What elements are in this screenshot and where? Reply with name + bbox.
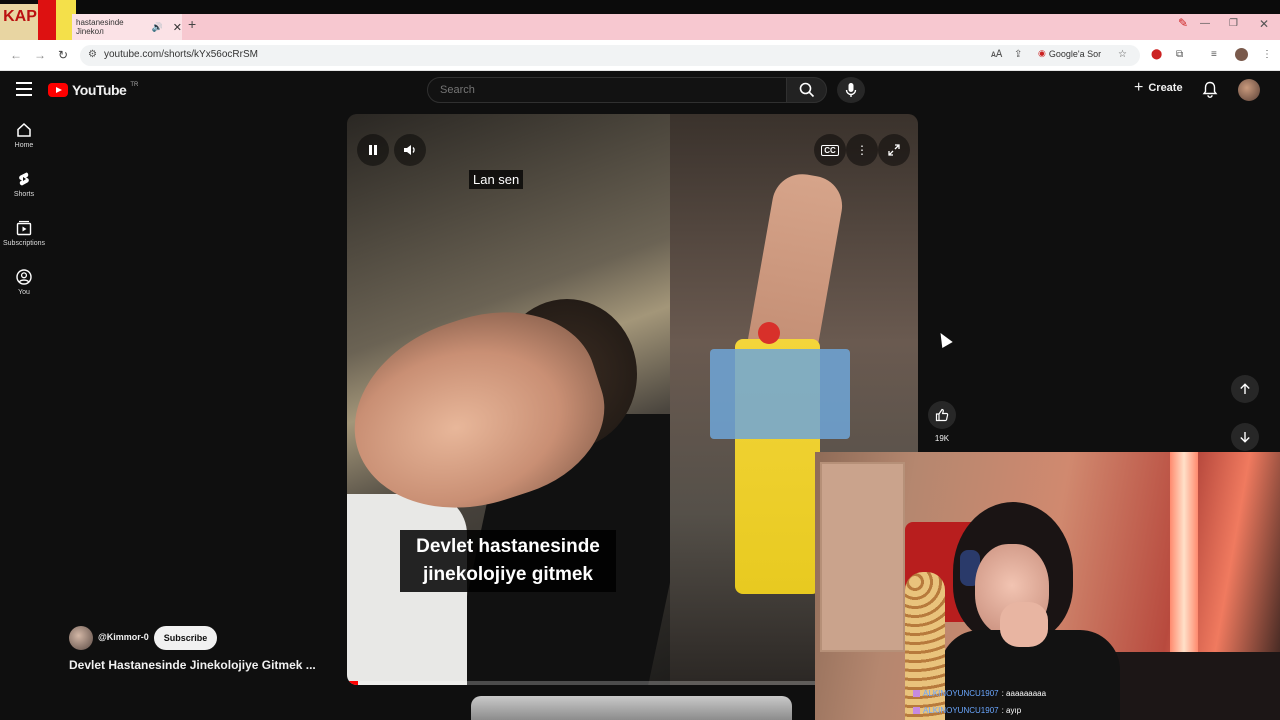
minimize-icon[interactable]: —: [1200, 18, 1210, 29]
pause-icon: [369, 145, 377, 155]
thumbs-up-icon: [935, 408, 949, 422]
you-icon: [16, 269, 32, 285]
back-icon[interactable]: ←: [10, 48, 22, 62]
streamer-hand: [1000, 602, 1048, 647]
youtube-play-icon: [48, 83, 68, 97]
kap-logo: KAP: [0, 4, 40, 42]
previous-short-button[interactable]: [1231, 375, 1259, 403]
sidebar-label-shorts: Shorts: [13, 191, 35, 198]
caption-top: Lan sen: [469, 170, 524, 189]
sidebar-item-subscriptions[interactable]: Subscriptions: [0, 220, 48, 247]
like-button[interactable]: [928, 401, 956, 429]
notifications-button[interactable]: [1202, 81, 1218, 103]
sidebar-item-home[interactable]: Home: [0, 122, 48, 149]
more-options-button[interactable]: ⋮: [846, 134, 878, 166]
shorts-icon: [19, 172, 29, 186]
desk: [1115, 652, 1280, 720]
sidebar-item-shorts[interactable]: Shorts: [0, 171, 48, 198]
sidebar-item-you[interactable]: You: [0, 269, 48, 296]
channel-avatar[interactable]: [69, 626, 93, 650]
media-control-icon[interactable]: ≡: [1211, 49, 1217, 60]
background-door: [820, 462, 905, 652]
extensions-icon[interactable]: ⧉: [1176, 49, 1183, 60]
bookmark-star-icon[interactable]: ☆: [1118, 49, 1127, 60]
subscriptions-icon: [16, 220, 32, 236]
speaker-icon[interactable]: 🔊: [152, 22, 163, 33]
lens-icon: ◉: [1038, 48, 1046, 58]
microphone-icon: [845, 83, 857, 97]
voice-search-button[interactable]: [837, 77, 865, 103]
close-tab-icon[interactable]: ✕: [173, 21, 182, 34]
progress-fill: [347, 681, 359, 685]
expand-icon: [888, 144, 900, 156]
logo-red-stripe: [38, 0, 56, 42]
chat-badge-icon: [913, 690, 920, 697]
more-vertical-icon: ⋮: [856, 143, 868, 157]
search-button[interactable]: [786, 77, 827, 103]
forward-icon[interactable]: →: [34, 48, 46, 62]
profile-avatar[interactable]: [1235, 48, 1248, 61]
create-label: Create: [1148, 82, 1183, 94]
search-input[interactable]: [427, 77, 787, 103]
tab-title: hastanesinde Jinekoл: [76, 18, 124, 36]
chat-badge-icon: [913, 707, 920, 714]
video-left-scene: [347, 114, 706, 685]
chrome-menu-icon[interactable]: ⋮: [1262, 49, 1272, 60]
channel-handle[interactable]: @Kimmor-0: [98, 632, 149, 642]
red-object: [758, 322, 780, 344]
ask-label: Google'a Sor: [1048, 48, 1102, 59]
captions-button[interactable]: CC: [814, 134, 846, 166]
chat-user: ALKINOYUNCU1907: [923, 706, 999, 715]
browser-tab[interactable]: hastanesinde Jinekoл 🔊 ✕: [72, 14, 182, 40]
reload-icon[interactable]: ↻: [58, 48, 68, 62]
restore-icon[interactable]: ❐: [1229, 18, 1238, 29]
hamburger-menu-icon[interactable]: [16, 82, 32, 96]
window-top-strip: [0, 0, 1280, 14]
next-short-thumbnail[interactable]: [471, 696, 792, 720]
extension-shield-icon[interactable]: ⬤: [1151, 49, 1162, 60]
home-icon: [17, 122, 31, 137]
new-tab-button[interactable]: +: [188, 16, 196, 32]
fullscreen-button[interactable]: [878, 134, 910, 166]
account-avatar[interactable]: [1238, 79, 1260, 101]
chat-user: ALKINOYUNCU1907: [923, 689, 999, 698]
extension-pen-icon[interactable]: ✎: [1178, 16, 1188, 30]
plus-icon: +: [1134, 79, 1144, 96]
chat-line: ALKINOYUNCU1907 : ayıp: [913, 706, 1021, 715]
video-title[interactable]: Devlet Hastanesinde Jinekolojiye Gitmek …: [69, 658, 316, 672]
caption-main: Devlet hastanesinde jinekolojiye gitmek: [400, 530, 616, 592]
next-short-button[interactable]: [1231, 423, 1259, 451]
like-count: 19K: [934, 434, 950, 443]
youtube-logo[interactable]: YouTube TR: [48, 82, 138, 98]
bell-icon: [1202, 81, 1218, 98]
search-icon: [799, 82, 814, 98]
sidebar-label-home: Home: [14, 142, 34, 149]
arrow-down-icon: [1240, 432, 1250, 443]
volume-button[interactable]: [394, 134, 426, 166]
translate-icon[interactable]: 🗚: [991, 49, 1002, 60]
create-button[interactable]: + Create: [1134, 79, 1183, 96]
install-icon[interactable]: ⇪: [1014, 49, 1022, 60]
chat-message: : aaaaaaaaa: [1001, 689, 1047, 698]
url-text: youtube.com/shorts/kYx56ocRrSM: [104, 49, 258, 60]
window-close-icon[interactable]: ✕: [1259, 17, 1269, 31]
sidebar-label-subscriptions: Subscriptions: [2, 240, 46, 247]
arrow-up-icon: [1240, 383, 1250, 394]
pause-button[interactable]: [357, 134, 389, 166]
volume-icon: [404, 145, 415, 155]
youtube-logo-text: YouTube: [72, 82, 127, 98]
subscribe-button[interactable]: Subscribe: [154, 626, 217, 650]
cc-icon: CC: [821, 144, 839, 156]
site-info-icon[interactable]: ⚙: [88, 49, 97, 60]
streamer-webcam: ALKINOYUNCU1907 : aaaaaaaaa ALKINOYUNCU1…: [815, 452, 1280, 720]
country-code: TR: [130, 82, 139, 88]
pasta-machine: [710, 349, 850, 439]
chat-line: ALKINOYUNCU1907 : aaaaaaaaa: [913, 689, 1046, 698]
sidebar-label-you: You: [18, 289, 30, 296]
google-ask-button[interactable]: ◉ Google'a Sor: [1038, 48, 1101, 59]
mouse-cursor-icon: [935, 329, 953, 349]
chat-message: : ayıp: [1001, 706, 1022, 715]
